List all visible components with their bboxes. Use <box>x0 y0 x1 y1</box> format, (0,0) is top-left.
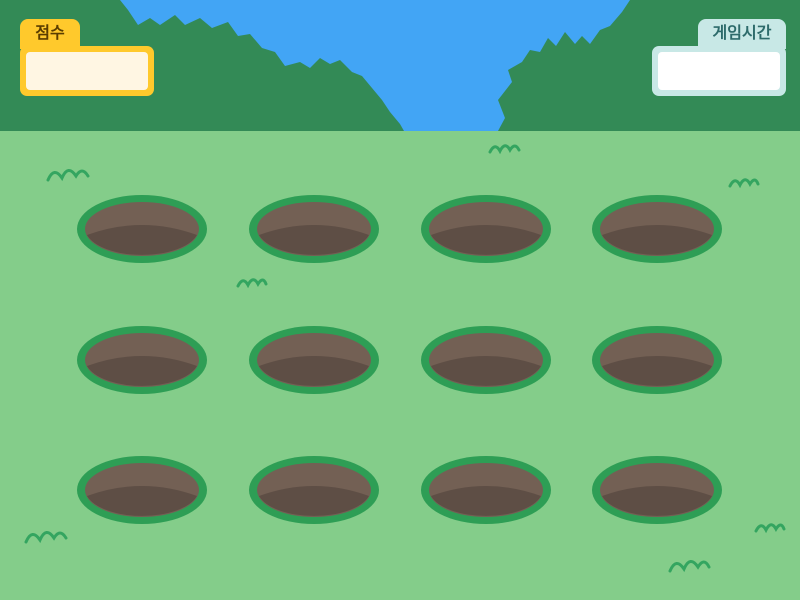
mole-hole[interactable] <box>421 456 551 524</box>
score-value <box>26 52 148 90</box>
score-box <box>20 46 154 96</box>
mole-hole[interactable] <box>77 456 207 524</box>
mole-hole[interactable] <box>592 326 722 394</box>
mole-hole[interactable] <box>77 326 207 394</box>
time-panel: 게임시간 <box>652 19 786 97</box>
mole-hole[interactable] <box>249 326 379 394</box>
time-value <box>658 52 780 90</box>
score-display <box>26 52 148 90</box>
mole-hole[interactable] <box>421 326 551 394</box>
mole-hole[interactable] <box>77 195 207 263</box>
time-box <box>652 46 786 96</box>
mole-hole[interactable] <box>421 195 551 263</box>
mole-hole[interactable] <box>249 195 379 263</box>
score-panel: 점수 <box>20 19 154 97</box>
time-label: 게임시간 <box>698 19 786 49</box>
mole-hole[interactable] <box>592 195 722 263</box>
score-label: 점수 <box>20 19 80 49</box>
mole-hole[interactable] <box>249 456 379 524</box>
mole-hole[interactable] <box>592 456 722 524</box>
time-display <box>658 52 780 90</box>
